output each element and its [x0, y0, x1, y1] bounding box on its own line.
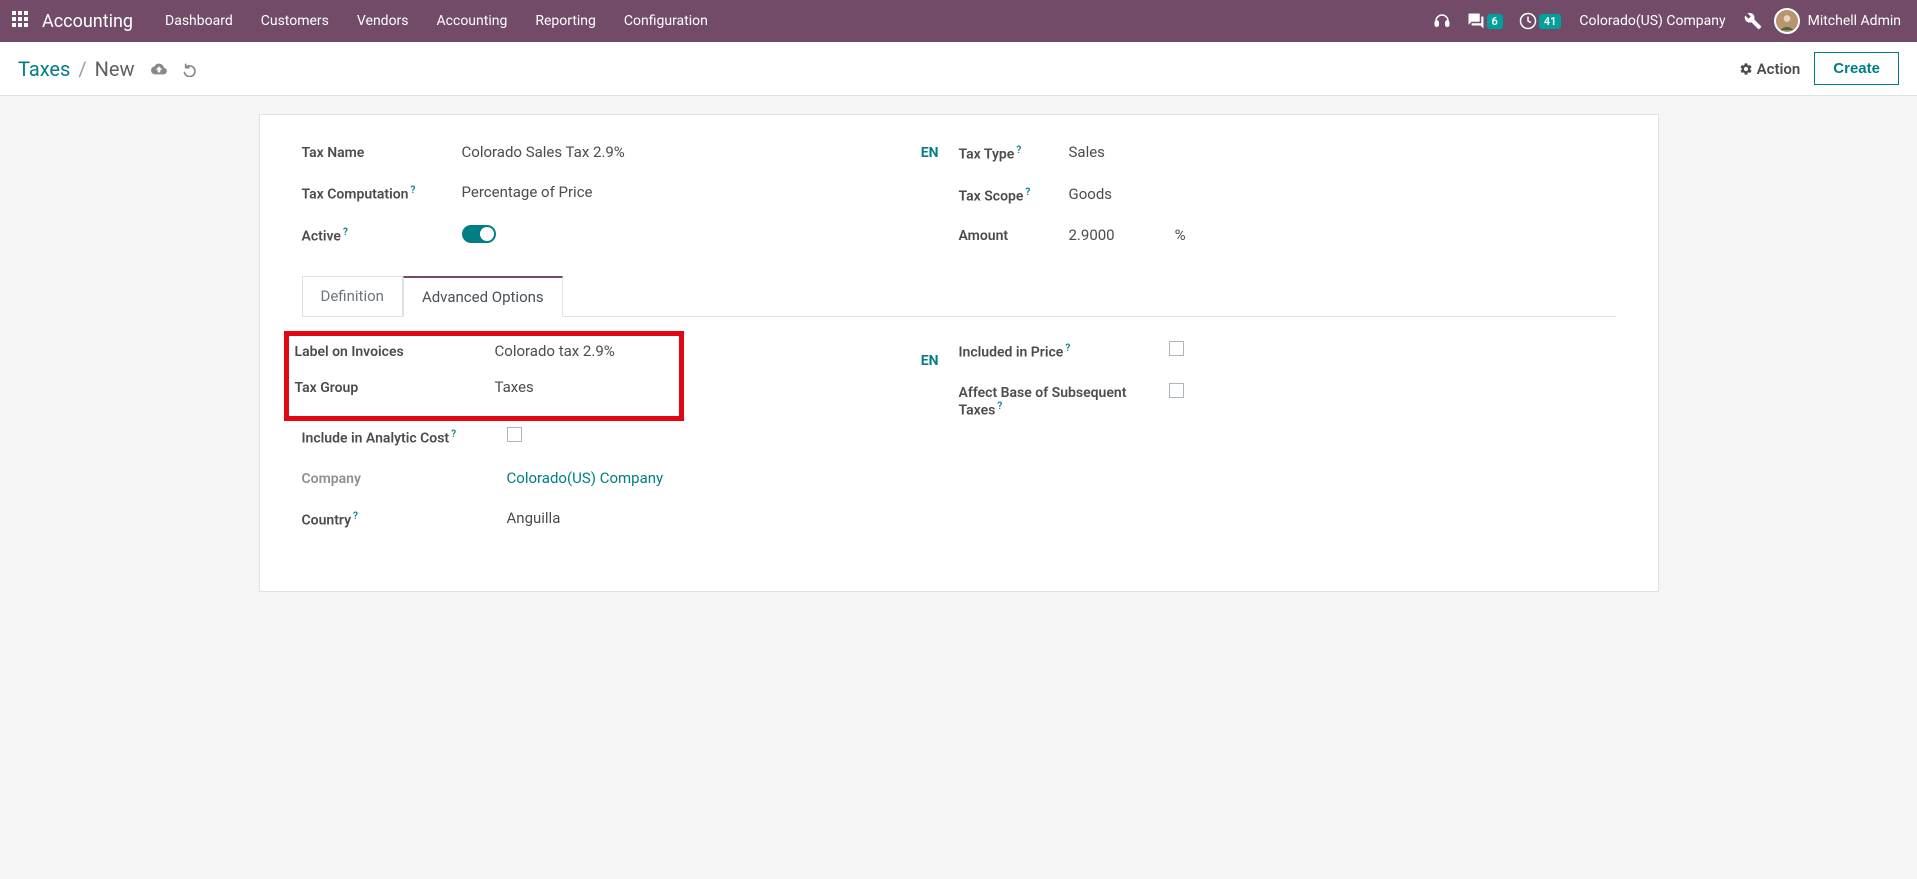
included-price-label: Included in Price? [959, 341, 1169, 361]
tools-icon[interactable] [1740, 12, 1766, 30]
help-icon[interactable]: ? [1065, 343, 1070, 354]
field-tax-group: Tax Group Taxes [295, 378, 673, 396]
nav-vendors[interactable]: Vendors [343, 0, 423, 42]
field-active: Active? [302, 225, 959, 245]
apps-grid-icon[interactable] [12, 11, 32, 31]
subheader-actions: Action Create [1739, 52, 1899, 85]
user-name: Mitchell Admin [1808, 13, 1901, 29]
nav-customers[interactable]: Customers [247, 0, 343, 42]
nav-reporting[interactable]: Reporting [521, 0, 610, 42]
company-value[interactable]: Colorado(US) Company [507, 469, 664, 487]
nav-accounting[interactable]: Accounting [423, 0, 522, 42]
amount-unit: % [1175, 226, 1186, 244]
field-tax-name: Tax Name Colorado Sales Tax 2.9% EN [302, 143, 959, 161]
advanced-right-col: Included in Price? Affect Base of Subseq… [959, 341, 1616, 550]
tax-scope-value[interactable]: Goods [1069, 185, 1113, 203]
label-invoices-value[interactable]: Colorado tax 2.9% [495, 342, 615, 360]
user-menu[interactable]: Mitchell Admin [1774, 8, 1901, 34]
action-menu[interactable]: Action [1739, 60, 1801, 78]
activities-icon[interactable]: 41 [1515, 12, 1566, 30]
field-included-price: Included in Price? [959, 341, 1616, 361]
breadcrumb-sep: / [78, 57, 86, 81]
top-navbar: Accounting Dashboard Customers Vendors A… [0, 0, 1917, 42]
help-icon[interactable]: ? [1016, 145, 1021, 156]
messages-icon[interactable]: 6 [1463, 12, 1507, 30]
field-tax-type: Tax Type? Sales [959, 143, 1616, 163]
sub-header: Taxes / New Action Create [0, 42, 1917, 96]
form-sheet: Tax Name Colorado Sales Tax 2.9% EN Tax … [259, 114, 1659, 592]
field-country: Country? Anguilla [302, 509, 959, 529]
breadcrumb-current: New [95, 57, 135, 81]
help-icon[interactable]: ? [997, 401, 1002, 412]
action-label: Action [1757, 60, 1801, 78]
affect-base-label: Affect Base of Subsequent Taxes? [959, 383, 1169, 419]
highlight-box: Label on Invoices Colorado tax 2.9% Tax … [284, 331, 684, 421]
included-price-checkbox[interactable] [1169, 341, 1184, 356]
lang-badge[interactable]: EN [921, 145, 939, 161]
company-label: Company [302, 469, 507, 487]
tax-type-value[interactable]: Sales [1069, 143, 1105, 161]
form-left-col: Tax Name Colorado Sales Tax 2.9% EN Tax … [302, 143, 959, 266]
tab-advanced-options[interactable]: Advanced Options [403, 276, 563, 317]
avatar [1774, 8, 1800, 34]
help-icon[interactable]: ? [343, 227, 348, 238]
topbar-right: 6 41 Colorado(US) Company Mitchell Admin [1429, 8, 1909, 34]
form-right-col: Tax Type? Sales Tax Scope? Goods Amount … [959, 143, 1616, 266]
app-title[interactable]: Accounting [42, 11, 133, 32]
cloud-save-icon[interactable] [151, 61, 167, 77]
breadcrumb: Taxes / New [18, 57, 199, 81]
field-tax-computation: Tax Computation? Percentage of Price [302, 183, 959, 203]
field-affect-base: Affect Base of Subsequent Taxes? [959, 383, 1616, 419]
lang-badge-advanced[interactable]: EN [921, 353, 939, 369]
tabs: Definition Advanced Options [302, 276, 1616, 317]
affect-base-checkbox[interactable] [1169, 383, 1184, 398]
create-button[interactable]: Create [1814, 52, 1899, 85]
breadcrumb-root[interactable]: Taxes [18, 57, 70, 81]
tax-computation-label: Tax Computation? [302, 183, 462, 203]
field-tax-scope: Tax Scope? Goods [959, 185, 1616, 205]
help-icon[interactable]: ? [410, 185, 415, 196]
field-company: Company Colorado(US) Company [302, 469, 959, 487]
nav-configuration[interactable]: Configuration [610, 0, 722, 42]
nav-dashboard[interactable]: Dashboard [151, 0, 247, 42]
include-analytic-label: Include in Analytic Cost? [302, 427, 507, 447]
label-invoices-label: Label on Invoices [295, 342, 495, 360]
form-top-row: Tax Name Colorado Sales Tax 2.9% EN Tax … [302, 143, 1616, 266]
field-label-invoices: Label on Invoices Colorado tax 2.9% [295, 342, 673, 360]
field-include-analytic: Include in Analytic Cost? [302, 427, 959, 447]
tax-type-label: Tax Type? [959, 143, 1069, 163]
amount-value[interactable]: 2.9000 [1069, 226, 1115, 244]
messages-badge: 6 [1487, 14, 1503, 29]
active-label: Active? [302, 225, 462, 245]
company-selector[interactable]: Colorado(US) Company [1573, 13, 1731, 29]
tax-computation-value[interactable]: Percentage of Price [462, 183, 593, 201]
tab-definition[interactable]: Definition [302, 276, 403, 317]
tab-body: Label on Invoices Colorado tax 2.9% Tax … [302, 317, 1616, 550]
activities-badge: 41 [1539, 14, 1562, 29]
tax-scope-label: Tax Scope? [959, 185, 1069, 205]
help-icon[interactable]: ? [451, 429, 456, 440]
support-icon[interactable] [1429, 12, 1455, 30]
help-icon[interactable]: ? [1025, 187, 1030, 198]
active-toggle[interactable] [462, 225, 496, 243]
help-icon[interactable]: ? [353, 511, 358, 522]
tax-group-label: Tax Group [295, 378, 495, 396]
tax-group-value[interactable]: Taxes [495, 378, 534, 396]
amount-label: Amount [959, 226, 1069, 244]
tax-name-label: Tax Name [302, 143, 462, 161]
content-wrap: Tax Name Colorado Sales Tax 2.9% EN Tax … [0, 96, 1917, 610]
advanced-left-col: Label on Invoices Colorado tax 2.9% Tax … [302, 341, 959, 550]
country-label: Country? [302, 509, 507, 529]
country-value[interactable]: Anguilla [507, 509, 561, 527]
tax-name-value[interactable]: Colorado Sales Tax 2.9% [462, 143, 625, 161]
include-analytic-checkbox[interactable] [507, 427, 522, 442]
discard-icon[interactable] [183, 61, 199, 77]
field-amount: Amount 2.9000 % [959, 226, 1616, 244]
top-nav: Dashboard Customers Vendors Accounting R… [151, 0, 722, 42]
